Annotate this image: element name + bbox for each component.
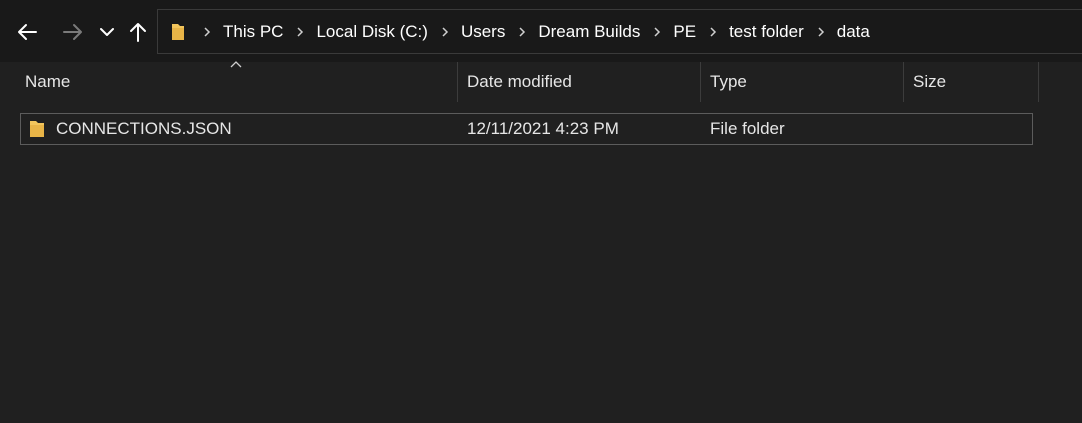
breadcrumb-label[interactable]: PE: [666, 22, 704, 42]
column-header-date-modified[interactable]: Date modified: [467, 62, 699, 102]
folder-icon: [158, 10, 198, 53]
recent-locations-button[interactable]: [92, 14, 122, 50]
navigation-toolbar: This PC Local Disk (C:) Users Dream Buil…: [0, 0, 1082, 62]
arrow-left-icon: [16, 23, 38, 41]
file-type: File folder: [710, 119, 785, 138]
chevron-right-icon[interactable]: [704, 26, 722, 38]
address-bar[interactable]: This PC Local Disk (C:) Users Dream Buil…: [157, 9, 1082, 54]
chevron-right-icon[interactable]: [812, 26, 830, 38]
column-header-label: Size: [913, 72, 947, 91]
breadcrumb-label[interactable]: test folder: [722, 22, 812, 42]
breadcrumb-item[interactable]: This PC: [198, 22, 291, 42]
breadcrumb-item[interactable]: data: [812, 22, 878, 42]
breadcrumb-item[interactable]: Local Disk (C:): [291, 22, 435, 42]
back-button[interactable]: [11, 14, 43, 50]
column-header-row: Name Date modified Type Size: [0, 62, 1082, 102]
column-header-name[interactable]: Name: [25, 62, 455, 102]
file-date-modified: 12/11/2021 4:23 PM: [467, 119, 619, 138]
column-header-label: Date modified: [467, 72, 572, 91]
column-divider[interactable]: [700, 62, 701, 102]
column-divider[interactable]: [457, 62, 458, 102]
breadcrumb-label[interactable]: data: [830, 22, 878, 42]
breadcrumb-item[interactable]: PE: [648, 22, 704, 42]
file-explorer-window: This PC Local Disk (C:) Users Dream Buil…: [0, 0, 1082, 423]
chevron-right-icon[interactable]: [436, 26, 454, 38]
column-header-label: Type: [710, 72, 747, 91]
breadcrumb-label[interactable]: Users: [454, 22, 513, 42]
chevron-right-icon[interactable]: [198, 26, 216, 38]
column-divider[interactable]: [903, 62, 904, 102]
up-button[interactable]: [122, 14, 154, 50]
breadcrumb-label[interactable]: Local Disk (C:): [309, 22, 435, 42]
breadcrumb-label[interactable]: This PC: [216, 22, 291, 42]
breadcrumb-label[interactable]: Dream Builds: [531, 22, 648, 42]
file-name[interactable]: CONNECTIONS.JSON: [56, 114, 232, 144]
file-list-item[interactable]: CONNECTIONS.JSON 12/11/2021 4:23 PM File…: [20, 113, 1033, 145]
chevron-right-icon[interactable]: [513, 26, 531, 38]
arrow-right-icon: [62, 23, 84, 41]
chevron-right-icon[interactable]: [648, 26, 666, 38]
chevron-down-icon: [100, 27, 114, 37]
breadcrumb-item[interactable]: Users: [436, 22, 513, 42]
column-header-size[interactable]: Size: [913, 62, 1037, 102]
arrow-up-icon: [129, 21, 147, 43]
column-divider[interactable]: [1038, 62, 1039, 102]
forward-button[interactable]: [57, 14, 89, 50]
folder-icon: [29, 114, 59, 144]
column-header-type[interactable]: Type: [710, 62, 902, 102]
chevron-right-icon[interactable]: [291, 26, 309, 38]
column-header-label: Name: [25, 72, 71, 91]
breadcrumb-item[interactable]: Dream Builds: [513, 22, 648, 42]
breadcrumb-item[interactable]: test folder: [704, 22, 812, 42]
